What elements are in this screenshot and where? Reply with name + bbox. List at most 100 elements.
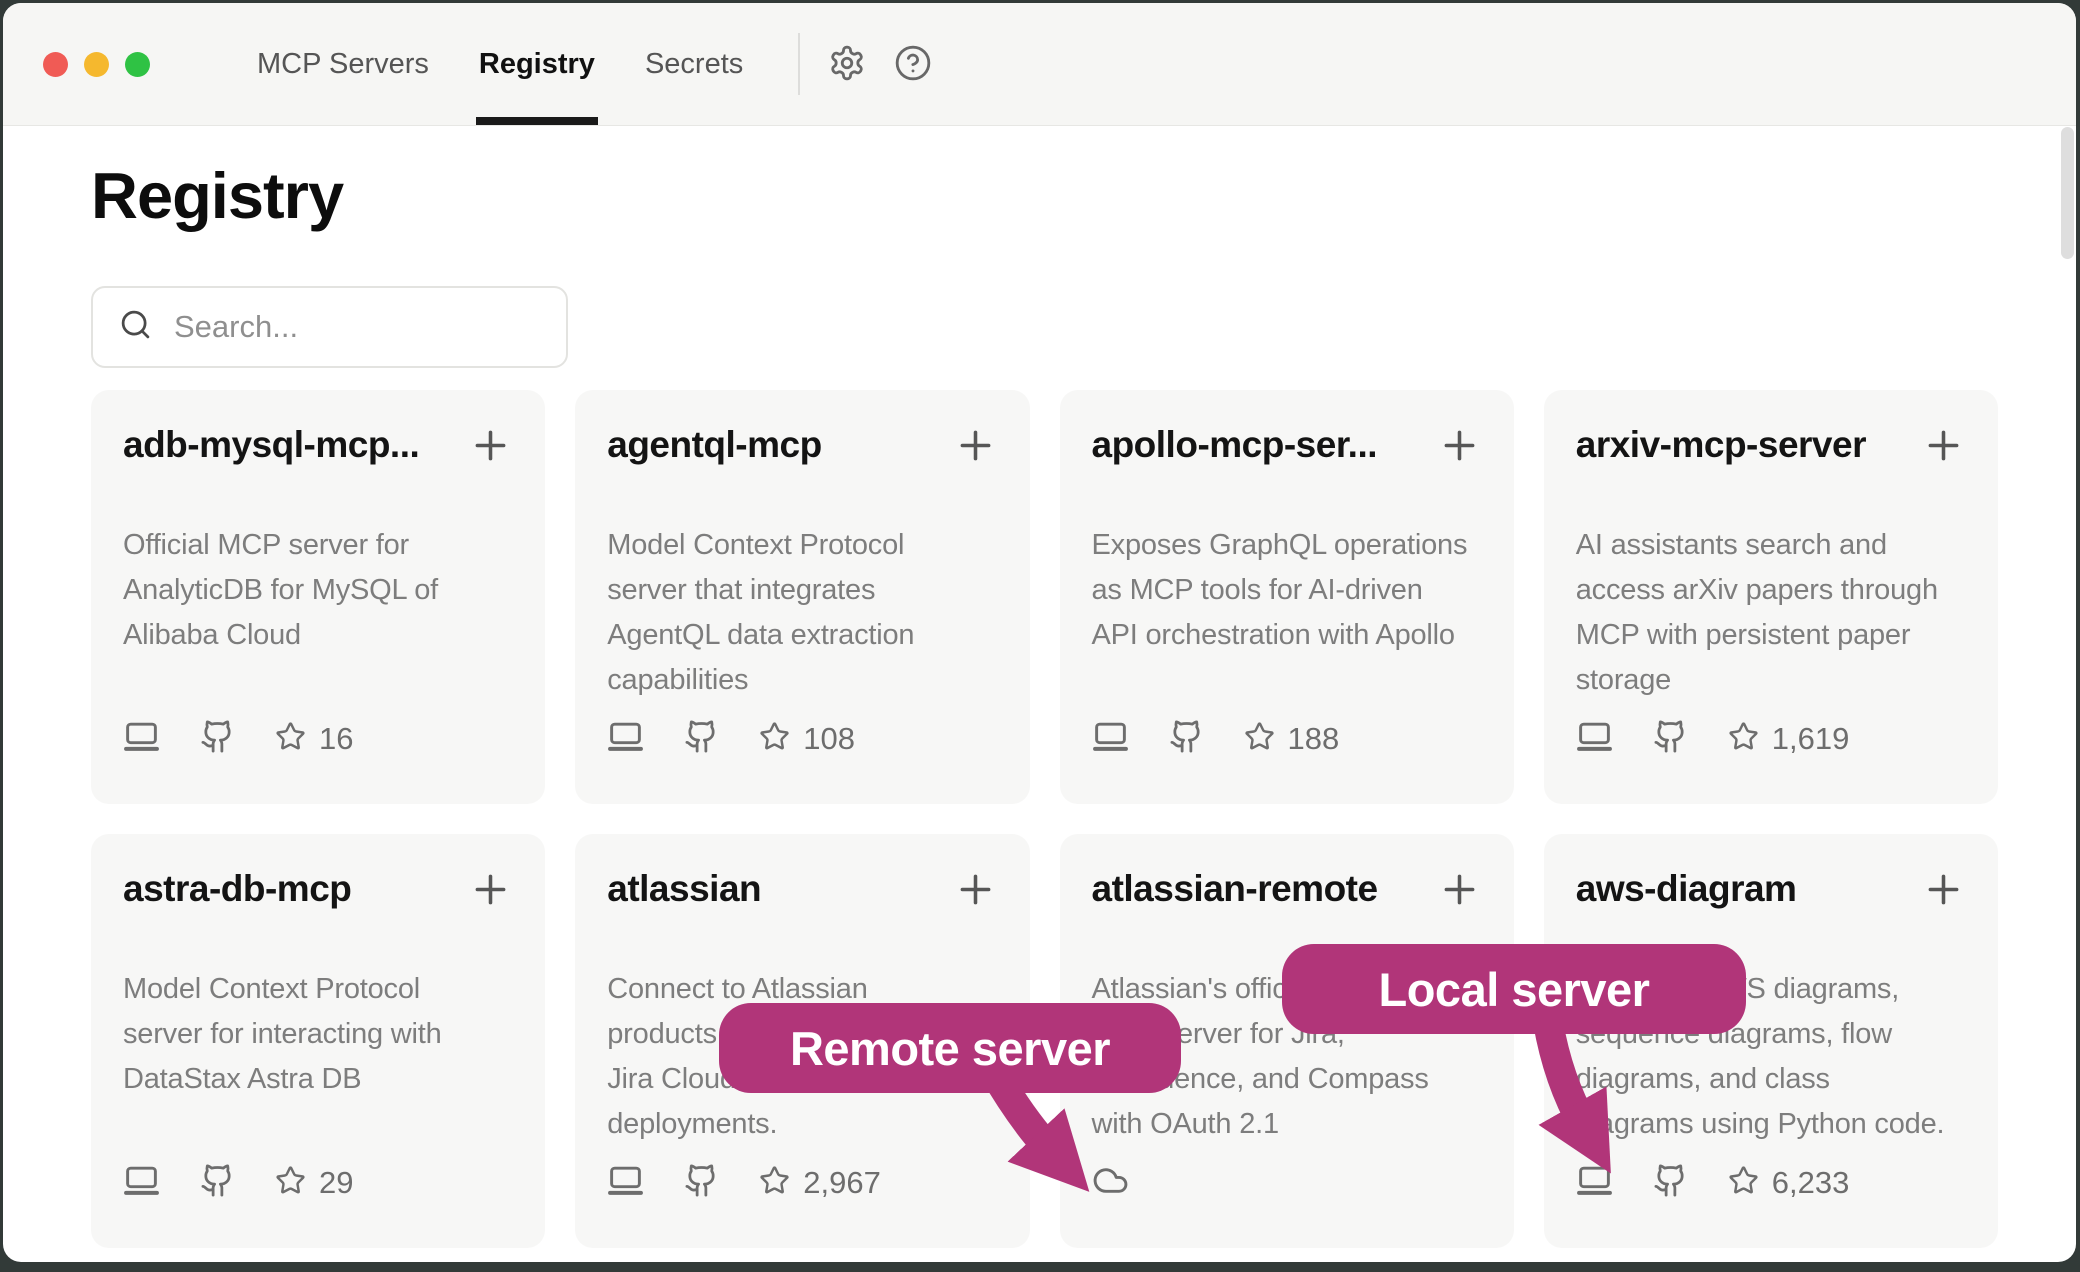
star-group: 2,967 bbox=[759, 1165, 881, 1201]
server-card-footer: 29 bbox=[123, 1162, 513, 1204]
description-line: capabilities bbox=[607, 658, 997, 703]
search-icon bbox=[119, 308, 152, 346]
search-box bbox=[91, 286, 568, 368]
plus-icon bbox=[953, 900, 998, 915]
github-icon bbox=[200, 1163, 235, 1203]
help-button[interactable] bbox=[890, 41, 936, 87]
plus-icon bbox=[468, 456, 513, 471]
plus-icon bbox=[1437, 456, 1482, 471]
star-count: 188 bbox=[1288, 721, 1340, 757]
star-icon bbox=[275, 721, 306, 757]
server-card-footer: 2,967 bbox=[607, 1162, 997, 1204]
star-group: 108 bbox=[759, 721, 855, 757]
description-line: Model Context Protocol bbox=[123, 967, 513, 1012]
star-icon bbox=[759, 721, 790, 757]
add-server-button[interactable] bbox=[1921, 423, 1966, 471]
server-card-header: aws-diagram bbox=[1576, 864, 1966, 915]
description-line: with OAuth 2.1 bbox=[1092, 1102, 1482, 1147]
add-server-button[interactable] bbox=[468, 867, 513, 915]
description-line: API orchestration with Apollo bbox=[1092, 613, 1482, 658]
star-group: 16 bbox=[275, 721, 353, 757]
laptop-icon bbox=[1576, 1162, 1613, 1204]
server-card-header: agentql-mcp bbox=[607, 420, 997, 471]
laptop-icon bbox=[607, 718, 644, 760]
server-card-title: atlassian bbox=[607, 864, 761, 914]
star-icon bbox=[759, 1165, 790, 1201]
add-server-button[interactable] bbox=[468, 423, 513, 471]
page-title: Registry bbox=[91, 156, 1998, 236]
server-card-header: apollo-mcp-ser... bbox=[1092, 420, 1482, 471]
plus-icon bbox=[1921, 456, 1966, 471]
star-count: 6,233 bbox=[1772, 1165, 1850, 1201]
description-line: Exposes GraphQL operations bbox=[1092, 523, 1482, 568]
minimize-button[interactable] bbox=[84, 52, 109, 77]
add-server-button[interactable] bbox=[1437, 867, 1482, 915]
server-card[interactable]: agentql-mcp Model Context Protocolserver … bbox=[575, 390, 1029, 804]
server-card[interactable]: apollo-mcp-ser... Exposes GraphQL operati… bbox=[1060, 390, 1514, 804]
server-card-grid: adb-mysql-mcp... Official MCP server for A… bbox=[91, 390, 1998, 1248]
star-group: 29 bbox=[275, 1165, 353, 1201]
laptop-icon bbox=[1092, 718, 1129, 760]
server-card-header: atlassian-remote bbox=[1092, 864, 1482, 915]
server-card-header: arxiv-mcp-server bbox=[1576, 420, 1966, 471]
server-card-description: Exposes GraphQL operationsas MCP tools f… bbox=[1092, 523, 1482, 658]
gear-icon bbox=[828, 44, 866, 85]
star-icon bbox=[1728, 721, 1759, 757]
description-line: AI assistants search and bbox=[1576, 523, 1966, 568]
star-group: 1,619 bbox=[1728, 721, 1850, 757]
server-card[interactable]: adb-mysql-mcp... Official MCP server for A… bbox=[91, 390, 545, 804]
plus-icon bbox=[953, 456, 998, 471]
add-server-button[interactable] bbox=[953, 423, 998, 471]
plus-icon bbox=[1921, 900, 1966, 915]
description-line: Model Context Protocol bbox=[607, 523, 997, 568]
cloud-icon bbox=[1092, 1162, 1129, 1204]
github-icon bbox=[684, 1163, 719, 1203]
server-card[interactable]: astra-db-mcpModel Context Protocolserver… bbox=[91, 834, 545, 1248]
tab-secrets[interactable]: Secrets bbox=[620, 3, 768, 125]
star-group: 6,233 bbox=[1728, 1165, 1850, 1201]
window-controls bbox=[3, 3, 150, 125]
server-card-title: astra-db-mcp bbox=[123, 864, 351, 914]
description-line: Alibaba Cloud bbox=[123, 613, 513, 658]
server-card[interactable]: arxiv-mcp-server AI assistants search and… bbox=[1544, 390, 1998, 804]
local-server-annotation: Local server bbox=[1282, 944, 1746, 1034]
star-icon bbox=[275, 1165, 306, 1201]
tab-mcp-servers[interactable]: MCP Servers bbox=[232, 3, 454, 125]
tab-registry[interactable]: Registry bbox=[454, 3, 620, 125]
star-icon bbox=[1728, 1165, 1759, 1201]
server-card-description: Model Context Protocolserver that integr… bbox=[607, 523, 997, 703]
settings-button[interactable] bbox=[824, 41, 870, 87]
description-line: storage bbox=[1576, 658, 1966, 703]
laptop-icon bbox=[1576, 718, 1613, 760]
server-card-footer: 1,619 bbox=[1576, 718, 1966, 760]
description-line: MCP with persistent paper bbox=[1576, 613, 1966, 658]
search-input[interactable] bbox=[172, 308, 540, 346]
server-card-header: astra-db-mcp bbox=[123, 864, 513, 915]
server-card[interactable]: aws-diagramGenerate AWS diagrams,sequenc… bbox=[1544, 834, 1998, 1248]
title-bar: MCP Servers Registry Secrets bbox=[3, 3, 2076, 126]
header-divider bbox=[798, 33, 800, 95]
add-server-button[interactable] bbox=[1921, 867, 1966, 915]
description-line: Official MCP server for bbox=[123, 523, 513, 568]
star-icon bbox=[1244, 721, 1275, 757]
server-card-footer: 108 bbox=[607, 718, 997, 760]
help-circle-icon bbox=[894, 44, 932, 85]
star-group: 188 bbox=[1244, 721, 1340, 757]
close-button[interactable] bbox=[43, 52, 68, 77]
laptop-icon bbox=[607, 1162, 644, 1204]
plus-icon bbox=[1437, 900, 1482, 915]
add-server-button[interactable] bbox=[953, 867, 998, 915]
add-server-button[interactable] bbox=[1437, 423, 1482, 471]
github-icon bbox=[1653, 1163, 1688, 1203]
star-count: 2,967 bbox=[803, 1165, 881, 1201]
server-card-title: agentql-mcp bbox=[607, 420, 821, 470]
description-line: server that integrates bbox=[607, 568, 997, 613]
server-card-footer bbox=[1092, 1162, 1482, 1204]
description-line: deployments. bbox=[607, 1102, 997, 1147]
zoom-button[interactable] bbox=[125, 52, 150, 77]
github-icon bbox=[1653, 719, 1688, 759]
vertical-scrollbar[interactable] bbox=[2061, 127, 2074, 259]
server-card-title: adb-mysql-mcp... bbox=[123, 420, 419, 470]
star-count: 108 bbox=[803, 721, 855, 757]
server-card-title: arxiv-mcp-server bbox=[1576, 420, 1866, 470]
